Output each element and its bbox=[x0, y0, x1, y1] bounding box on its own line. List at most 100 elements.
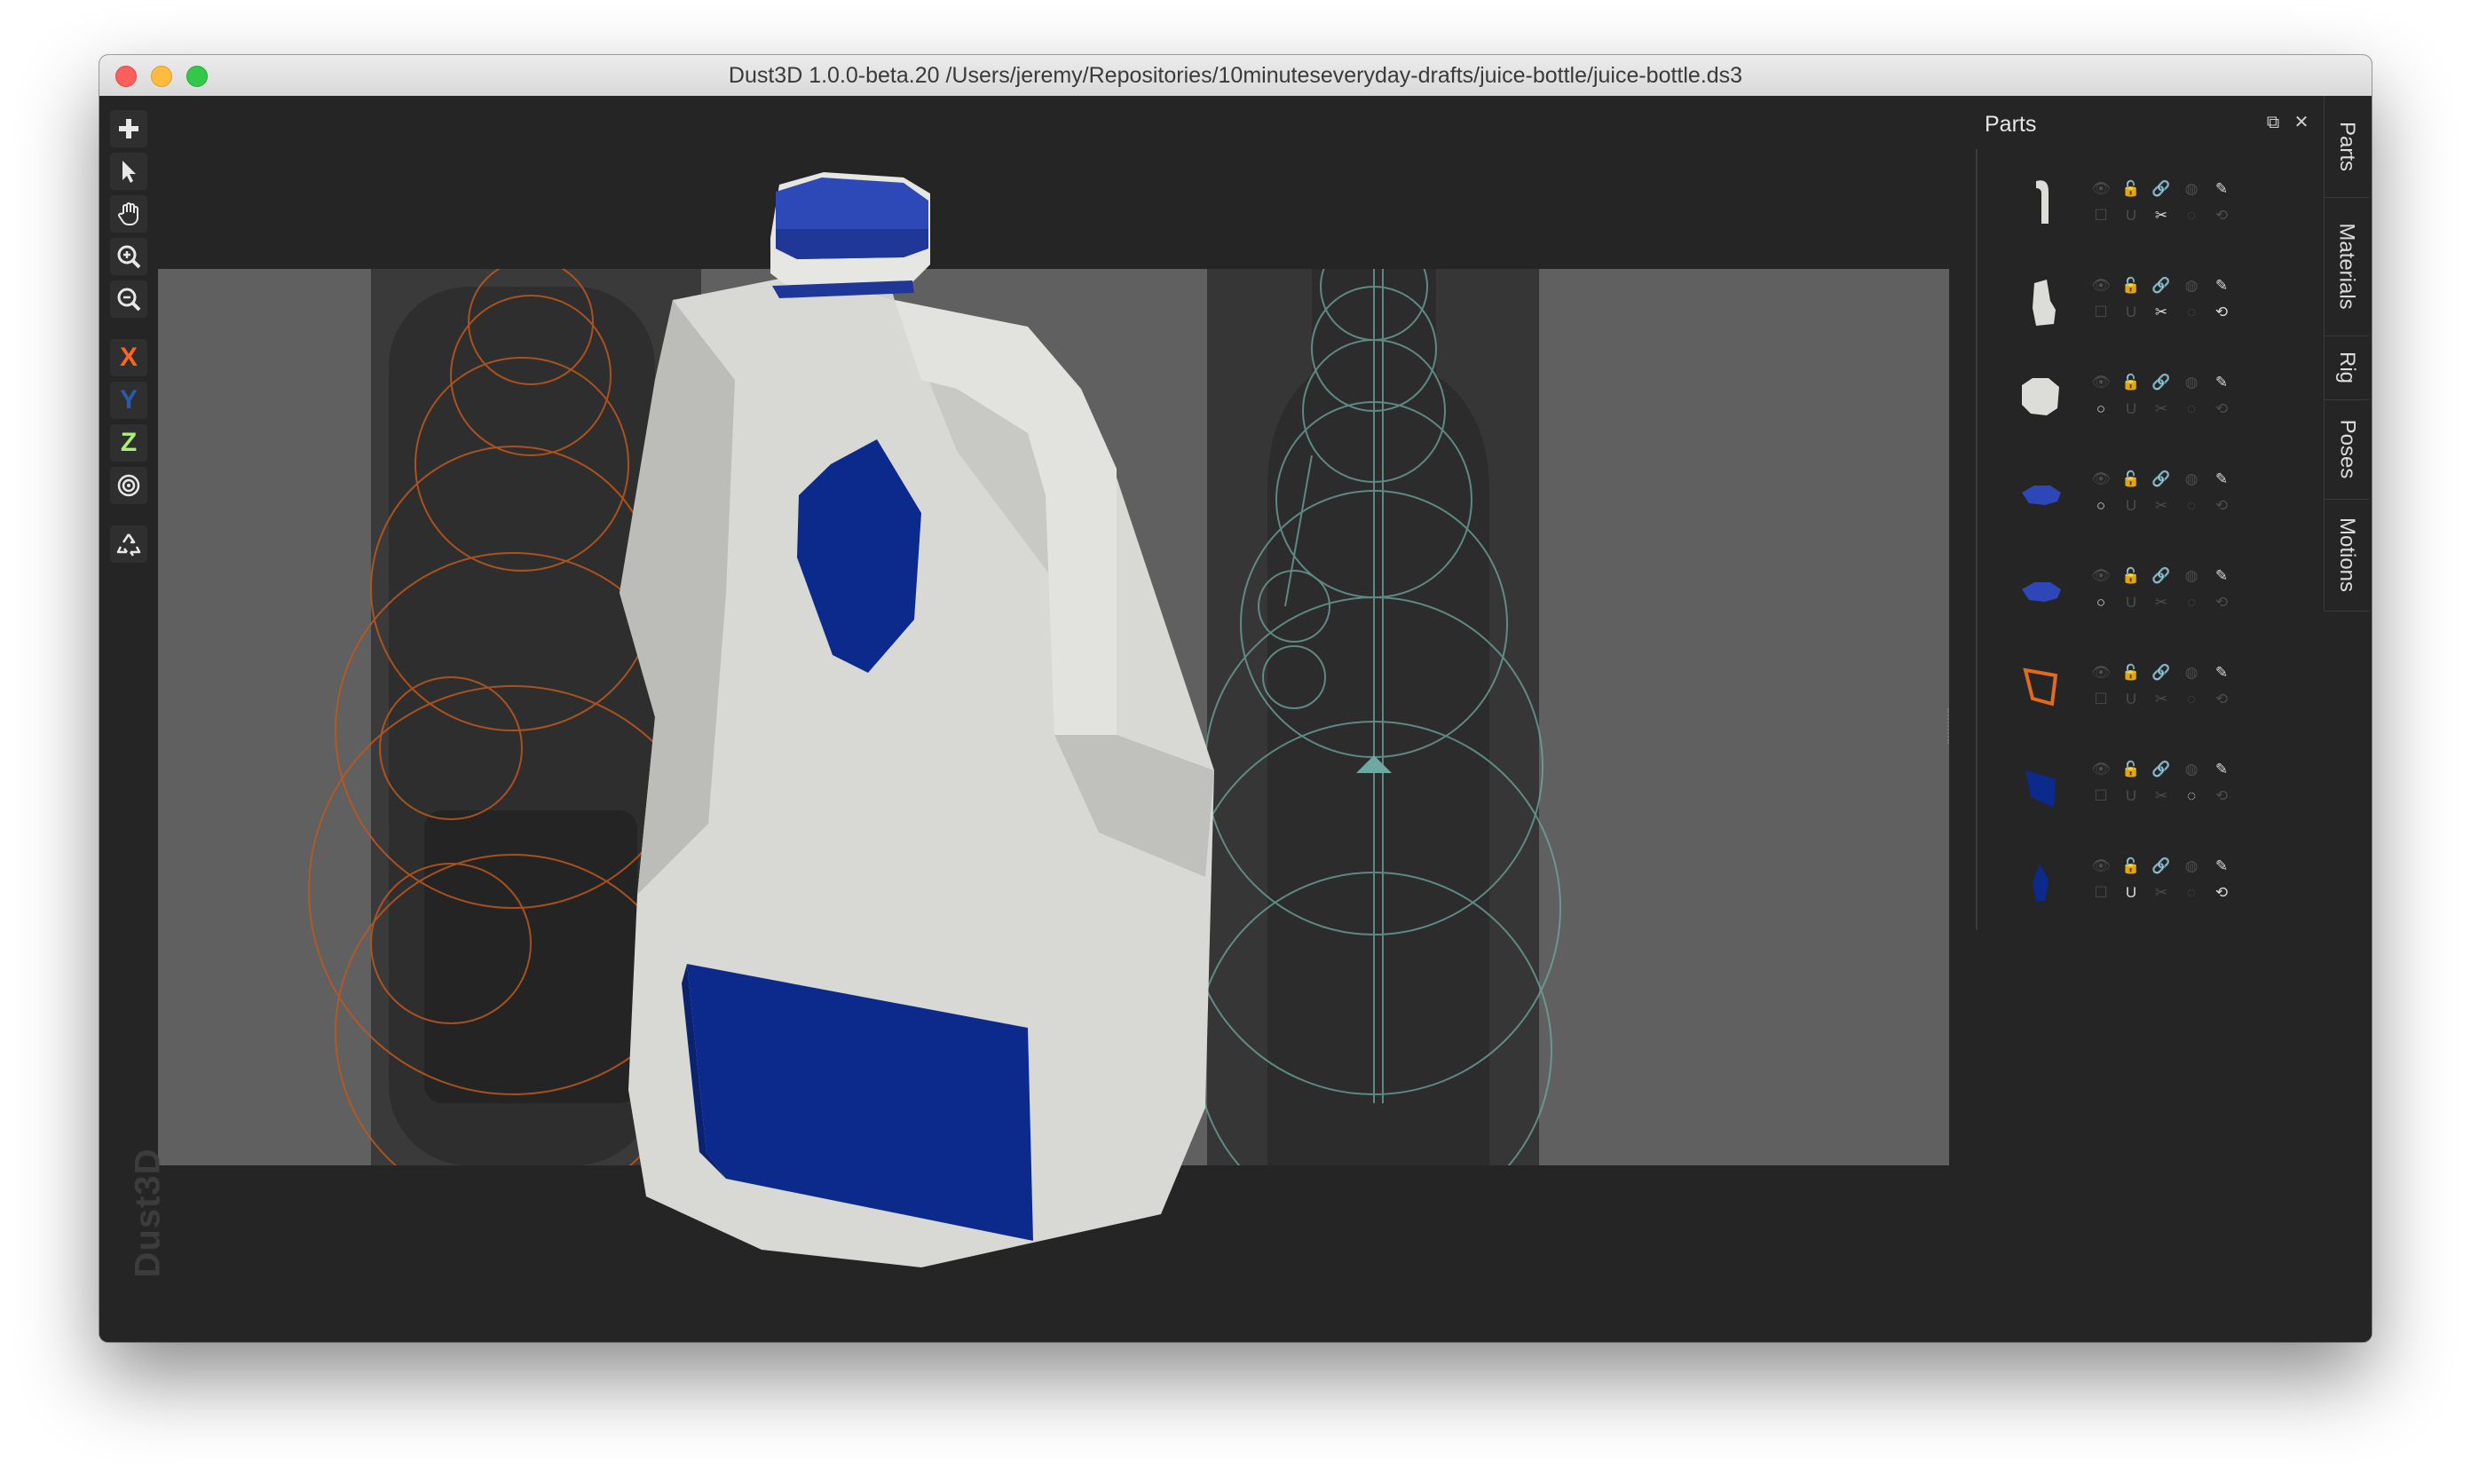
round-icon[interactable]: ◌ bbox=[2182, 496, 2201, 516]
part-row[interactable]: 👁 🔓 🔗 ◍ ✎ ○ U ✂ ◌ ⟲ bbox=[1985, 545, 2269, 641]
lock-icon[interactable]: 🔓 bbox=[2121, 373, 2141, 392]
deform-icon[interactable]: ✂ bbox=[2151, 399, 2171, 419]
xmirror-icon[interactable]: U bbox=[2121, 690, 2141, 709]
xmirror-icon[interactable]: U bbox=[2121, 883, 2141, 903]
lock-icon[interactable]: 🔓 bbox=[2121, 566, 2141, 586]
xmirror-icon[interactable]: U bbox=[2121, 786, 2141, 806]
subdivide-icon[interactable]: ◍ bbox=[2182, 179, 2201, 199]
link-icon[interactable]: 🔗 bbox=[2151, 276, 2171, 296]
link-icon[interactable]: 🔗 bbox=[2151, 470, 2171, 489]
link-icon[interactable]: 🔗 bbox=[2151, 760, 2171, 779]
disable-icon[interactable]: ○ bbox=[2091, 593, 2111, 612]
link-icon[interactable]: 🔗 bbox=[2151, 179, 2171, 199]
visibility-icon[interactable]: 👁 bbox=[2091, 470, 2111, 489]
visibility-icon[interactable]: 👁 bbox=[2091, 663, 2111, 683]
undock-icon[interactable]: ⧉ bbox=[2264, 114, 2282, 131]
round-icon[interactable]: ◌ bbox=[2182, 690, 2201, 709]
subdivide-icon[interactable]: ◍ bbox=[2182, 856, 2201, 876]
radial-lock-button[interactable] bbox=[110, 467, 147, 504]
chamfer-icon[interactable]: ⟲ bbox=[2212, 303, 2231, 322]
color-icon[interactable]: ✎ bbox=[2212, 276, 2231, 296]
part-row[interactable]: 👁 🔓 🔗 ◍ ✎ ○ U ✂ ◌ ⟲ bbox=[1985, 351, 2269, 447]
round-icon[interactable]: ◌ bbox=[2182, 303, 2201, 322]
tab-parts[interactable]: Parts bbox=[2324, 96, 2369, 198]
xmirror-icon[interactable]: U bbox=[2121, 593, 2141, 612]
part-thumbnail[interactable] bbox=[2002, 842, 2077, 917]
lock-icon[interactable]: 🔓 bbox=[2121, 760, 2141, 779]
link-icon[interactable]: 🔗 bbox=[2151, 566, 2171, 586]
xmirror-icon[interactable]: U bbox=[2121, 303, 2141, 322]
disable-icon[interactable]: ○ bbox=[2091, 496, 2111, 516]
visibility-icon[interactable]: 👁 bbox=[2091, 566, 2111, 586]
deform-icon[interactable]: ✂ bbox=[2151, 303, 2171, 322]
part-row[interactable]: 👁 🔓 🔗 ◍ ✎ ☐ U ✂ ◌ ⟲ bbox=[1985, 255, 2269, 351]
link-icon[interactable]: 🔗 bbox=[2151, 856, 2171, 876]
visibility-icon[interactable]: 👁 bbox=[2091, 856, 2111, 876]
x-axis-lock-button[interactable]: X bbox=[110, 339, 147, 376]
zoom-in-button[interactable] bbox=[110, 238, 147, 275]
tab-rig[interactable]: Rig bbox=[2324, 335, 2369, 400]
subdivide-icon[interactable]: ◍ bbox=[2182, 566, 2201, 586]
chamfer-icon[interactable]: ⟲ bbox=[2212, 496, 2231, 516]
xmirror-icon[interactable]: U bbox=[2121, 496, 2141, 516]
round-icon[interactable]: ◌ bbox=[2182, 206, 2201, 225]
lock-icon[interactable]: 🔓 bbox=[2121, 470, 2141, 489]
part-row[interactable]: 👁 🔓 🔗 ◍ ✎ ☐ U ✂ ◌ ⟲ bbox=[1985, 642, 2269, 738]
visibility-icon[interactable]: 👁 bbox=[2091, 373, 2111, 392]
chamfer-icon[interactable]: ⟲ bbox=[2212, 690, 2231, 709]
chamfer-icon[interactable]: ⟲ bbox=[2212, 883, 2231, 903]
tab-motions[interactable]: Motions bbox=[2324, 499, 2369, 612]
chamfer-icon[interactable]: ⟲ bbox=[2212, 593, 2231, 612]
disable-icon[interactable]: ☐ bbox=[2091, 690, 2111, 709]
tab-poses[interactable]: Poses bbox=[2324, 399, 2369, 500]
round-icon[interactable]: ◌ bbox=[2182, 399, 2201, 419]
disable-icon[interactable]: ☐ bbox=[2091, 303, 2111, 322]
disable-icon[interactable]: ☐ bbox=[2091, 786, 2111, 806]
deform-icon[interactable]: ✂ bbox=[2151, 690, 2171, 709]
subdivide-icon[interactable]: ◍ bbox=[2182, 276, 2201, 296]
subdivide-icon[interactable]: ◍ bbox=[2182, 760, 2201, 779]
link-icon[interactable]: 🔗 bbox=[2151, 373, 2171, 392]
disable-icon[interactable]: ☐ bbox=[2091, 883, 2111, 903]
chamfer-icon[interactable]: ⟲ bbox=[2212, 206, 2231, 225]
part-thumbnail[interactable] bbox=[2002, 262, 2077, 336]
part-thumbnail[interactable] bbox=[2002, 552, 2077, 627]
visibility-icon[interactable]: 👁 bbox=[2091, 179, 2111, 199]
deform-icon[interactable]: ✂ bbox=[2151, 206, 2171, 225]
panel-splitter[interactable] bbox=[1947, 708, 1953, 744]
part-row[interactable]: 👁 🔓 🔗 ◍ ✎ ☐ U ✂ ◌ ⟲ bbox=[1985, 738, 2269, 834]
part-row[interactable]: 👁 🔓 🔗 ◍ ✎ ☐ U ✂ ◌ ⟲ bbox=[1985, 158, 2269, 254]
subdivide-icon[interactable]: ◍ bbox=[2182, 663, 2201, 683]
close-panel-icon[interactable]: ✕ bbox=[2293, 114, 2310, 131]
xmirror-icon[interactable]: U bbox=[2121, 206, 2141, 225]
color-icon[interactable]: ✎ bbox=[2212, 566, 2231, 586]
round-icon[interactable]: ◌ bbox=[2182, 883, 2201, 903]
disable-icon[interactable]: ☐ bbox=[2091, 206, 2111, 225]
chamfer-icon[interactable]: ⟲ bbox=[2212, 399, 2231, 419]
part-thumbnail[interactable] bbox=[2002, 649, 2077, 723]
color-icon[interactable]: ✎ bbox=[2212, 856, 2231, 876]
lock-icon[interactable]: 🔓 bbox=[2121, 179, 2141, 199]
color-icon[interactable]: ✎ bbox=[2212, 760, 2231, 779]
color-icon[interactable]: ✎ bbox=[2212, 179, 2231, 199]
bottle-model[interactable] bbox=[158, 96, 1489, 1342]
deform-icon[interactable]: ✂ bbox=[2151, 883, 2171, 903]
disable-icon[interactable]: ○ bbox=[2091, 399, 2111, 419]
subdivide-icon[interactable]: ◍ bbox=[2182, 470, 2201, 489]
3d-viewport[interactable] bbox=[158, 96, 2054, 1342]
deform-icon[interactable]: ✂ bbox=[2151, 593, 2171, 612]
link-icon[interactable]: 🔗 bbox=[2151, 663, 2171, 683]
part-thumbnail[interactable] bbox=[2002, 165, 2077, 240]
subdivide-icon[interactable]: ◍ bbox=[2182, 373, 2201, 392]
part-row[interactable]: 👁 🔓 🔗 ◍ ✎ ☐ U ✂ ◌ ⟲ bbox=[1985, 835, 2269, 931]
deform-icon[interactable]: ✂ bbox=[2151, 786, 2171, 806]
chamfer-icon[interactable]: ⟲ bbox=[2212, 786, 2231, 806]
lock-icon[interactable]: 🔓 bbox=[2121, 663, 2141, 683]
color-icon[interactable]: ✎ bbox=[2212, 663, 2231, 683]
part-row[interactable]: 👁 🔓 🔗 ◍ ✎ ○ U ✂ ◌ ⟲ bbox=[1985, 448, 2269, 544]
part-thumbnail[interactable] bbox=[2002, 746, 2077, 820]
deform-icon[interactable]: ✂ bbox=[2151, 496, 2171, 516]
visibility-icon[interactable]: 👁 bbox=[2091, 276, 2111, 296]
lock-icon[interactable]: 🔓 bbox=[2121, 276, 2141, 296]
part-thumbnail[interactable] bbox=[2002, 359, 2077, 433]
